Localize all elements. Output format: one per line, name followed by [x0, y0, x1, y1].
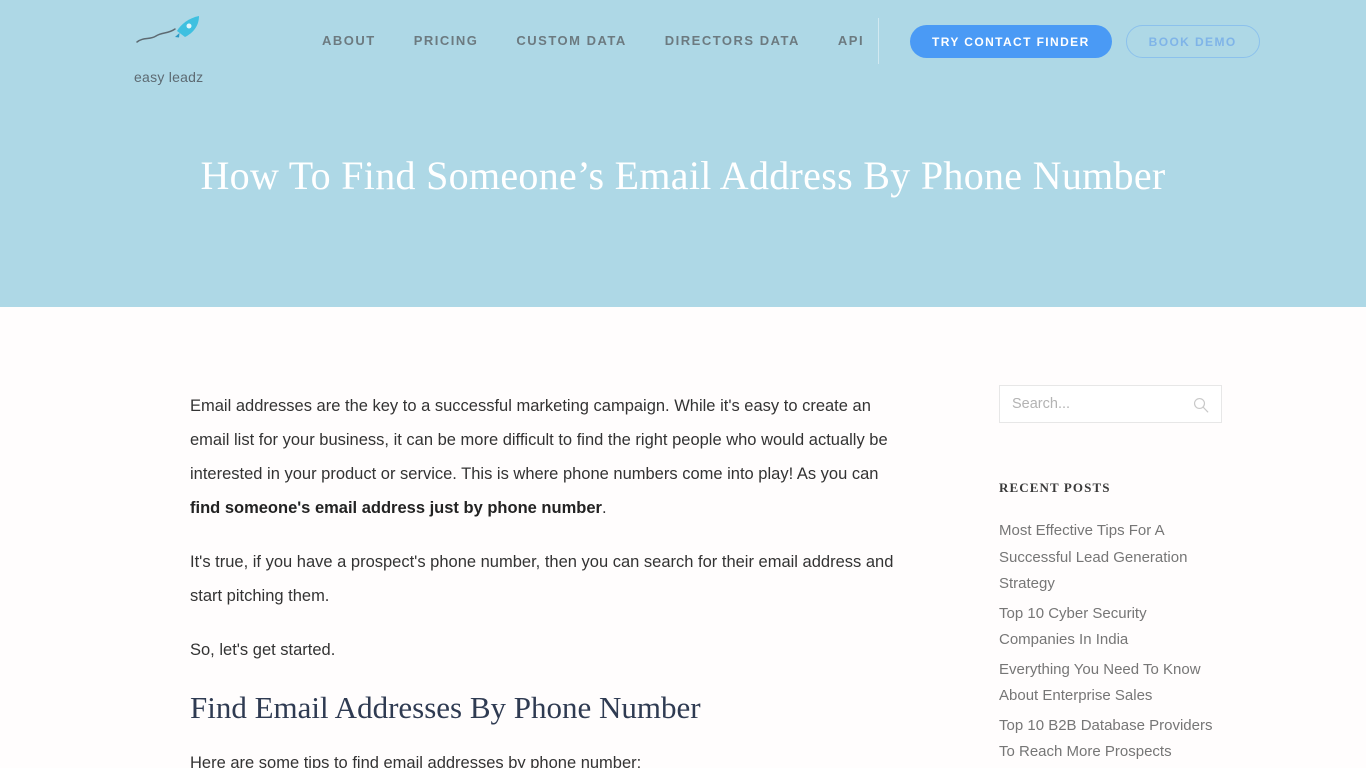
- nav-item-directors-data[interactable]: DIRECTORS DATA: [665, 33, 800, 48]
- list-item: Most Effective Tips For A Successful Lea…: [999, 518, 1222, 598]
- list-item: Top 10 B2B Database Providers To Reach M…: [999, 713, 1222, 766]
- recent-post-link-1[interactable]: Most Effective Tips For A Successful Lea…: [999, 518, 1222, 598]
- rocket-icon: [136, 16, 199, 43]
- nav-item-api[interactable]: API: [838, 33, 864, 48]
- logo-wordmark: easy leadz: [134, 69, 203, 85]
- try-contact-finder-button[interactable]: TRY CONTACT FINDER: [910, 25, 1112, 58]
- site-header: easy leadz ABOUT PRICING CUSTOM DATA DIR…: [0, 0, 1366, 85]
- nav-item-pricing[interactable]: PRICING: [414, 33, 479, 48]
- article-body: Email addresses are the key to a success…: [190, 389, 900, 768]
- recent-post-link-4[interactable]: Top 10 B2B Database Providers To Reach M…: [999, 713, 1222, 766]
- site-logo[interactable]: easy leadz: [133, 14, 228, 85]
- article-paragraph-3: So, let's get started.: [190, 641, 336, 659]
- nav-item-custom-data[interactable]: CUSTOM DATA: [516, 33, 626, 48]
- section-lead-line: Here are some tips to find email address…: [190, 754, 642, 768]
- search-icon[interactable]: [1192, 396, 1210, 414]
- header-divider: [878, 18, 879, 64]
- section-heading: Find Email Addresses By Phone Number: [190, 690, 701, 725]
- list-item: Top 10 Cyber Security Companies In India: [999, 601, 1222, 654]
- recent-post-link-3[interactable]: Everything You Need To Know About Enterp…: [999, 657, 1222, 710]
- page-content: Email addresses are the key to a success…: [0, 307, 1366, 768]
- article-paragraph-1: Email addresses are the key to a success…: [190, 389, 900, 525]
- recent-posts-list: Most Effective Tips For A Successful Lea…: [999, 518, 1222, 768]
- paragraph-1-tail: .: [601, 499, 607, 517]
- recent-post-link-2[interactable]: Top 10 Cyber Security Companies In India: [999, 601, 1222, 654]
- hero-banner: easy leadz ABOUT PRICING CUSTOM DATA DIR…: [0, 0, 1366, 307]
- paragraph-1-text: Email addresses are the key to a success…: [190, 397, 888, 483]
- article-paragraph-2: It's true, if you have a prospect's phon…: [190, 553, 894, 605]
- search-input[interactable]: [1000, 386, 1180, 422]
- paragraph-1-emphasis: find someone's email address just by pho…: [190, 499, 602, 517]
- header-actions: TRY CONTACT FINDER BOOK DEMO: [910, 25, 1260, 58]
- sidebar: Recent Posts Most Effective Tips For A S…: [999, 385, 1222, 768]
- list-item: Everything You Need To Know About Enterp…: [999, 657, 1222, 710]
- nav-item-about[interactable]: ABOUT: [322, 33, 376, 48]
- search-widget: [999, 385, 1222, 423]
- recent-posts-title: Recent Posts: [999, 480, 1111, 495]
- page-title: How To Find Someone’s Email Address By P…: [200, 153, 1166, 198]
- main-navigation: ABOUT PRICING CUSTOM DATA DIRECTORS DATA…: [322, 33, 864, 48]
- book-demo-button[interactable]: BOOK DEMO: [1125, 25, 1260, 58]
